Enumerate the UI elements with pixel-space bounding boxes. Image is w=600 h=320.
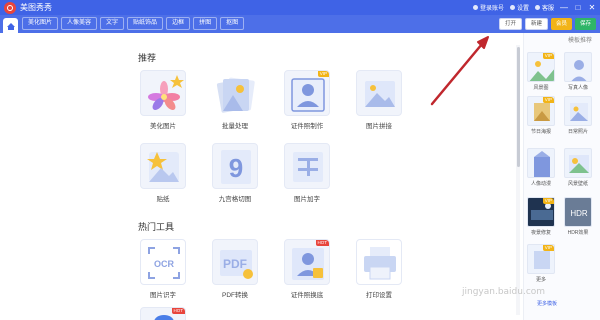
annotation-arrow — [430, 36, 489, 106]
app-window: 美图秀秀 登录账号 设置 客服 — □ ✕ 美化图片 人像美容 文字 贴纸饰品 … — [0, 0, 600, 320]
